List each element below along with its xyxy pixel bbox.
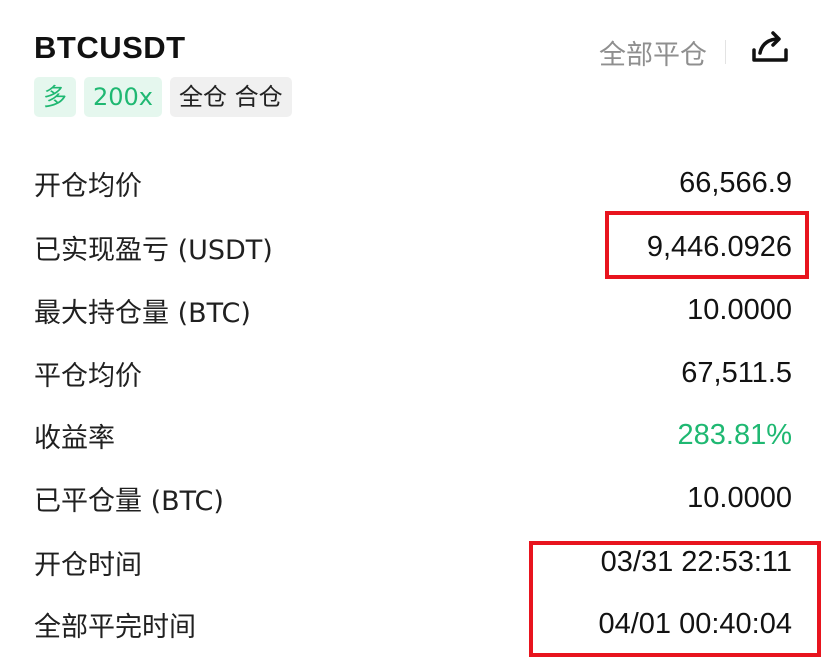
- row-value: 283.81%: [677, 418, 793, 451]
- row-return-rate: 收益率 283.81%: [34, 415, 792, 455]
- symbol-title: BTCUSDT: [34, 30, 186, 65]
- row-label: 开仓均价: [34, 170, 142, 202]
- row-value: 10.0000: [687, 481, 792, 514]
- row-label: 已实现盈亏 (USDT): [34, 234, 273, 266]
- highlight-box-pnl: [605, 211, 809, 279]
- row-value: 67,511.5: [681, 356, 792, 389]
- row-closed-amount: 已平仓量 (BTC) 10.0000: [34, 478, 792, 518]
- row-label: 最大持仓量 (BTC): [34, 297, 251, 329]
- row-label: 开仓时间: [34, 549, 142, 581]
- position-tags: 多 200x 全仓 合仓: [34, 77, 292, 117]
- row-label: 已平仓量 (BTC): [34, 485, 224, 517]
- tag-direction: 多: [34, 77, 76, 117]
- row-label: 全部平完时间: [34, 611, 196, 643]
- row-value: 66,566.9: [679, 166, 792, 199]
- divider: [725, 40, 726, 64]
- tag-leverage: 200x: [84, 77, 163, 117]
- row-value: 10.0000: [687, 293, 792, 326]
- row-close-avg-price: 平仓均价 67,511.5: [34, 353, 792, 393]
- row-label: 平仓均价: [34, 360, 142, 392]
- share-icon[interactable]: [748, 28, 792, 68]
- tag-margin-mode: 全仓 合仓: [170, 77, 292, 117]
- row-label: 收益率: [34, 422, 115, 454]
- highlight-box-times: [529, 541, 821, 657]
- row-max-position: 最大持仓量 (BTC) 10.0000: [34, 290, 792, 330]
- row-open-avg-price: 开仓均价 66,566.9: [34, 163, 792, 203]
- close-all-button[interactable]: 全部平仓: [599, 33, 707, 72]
